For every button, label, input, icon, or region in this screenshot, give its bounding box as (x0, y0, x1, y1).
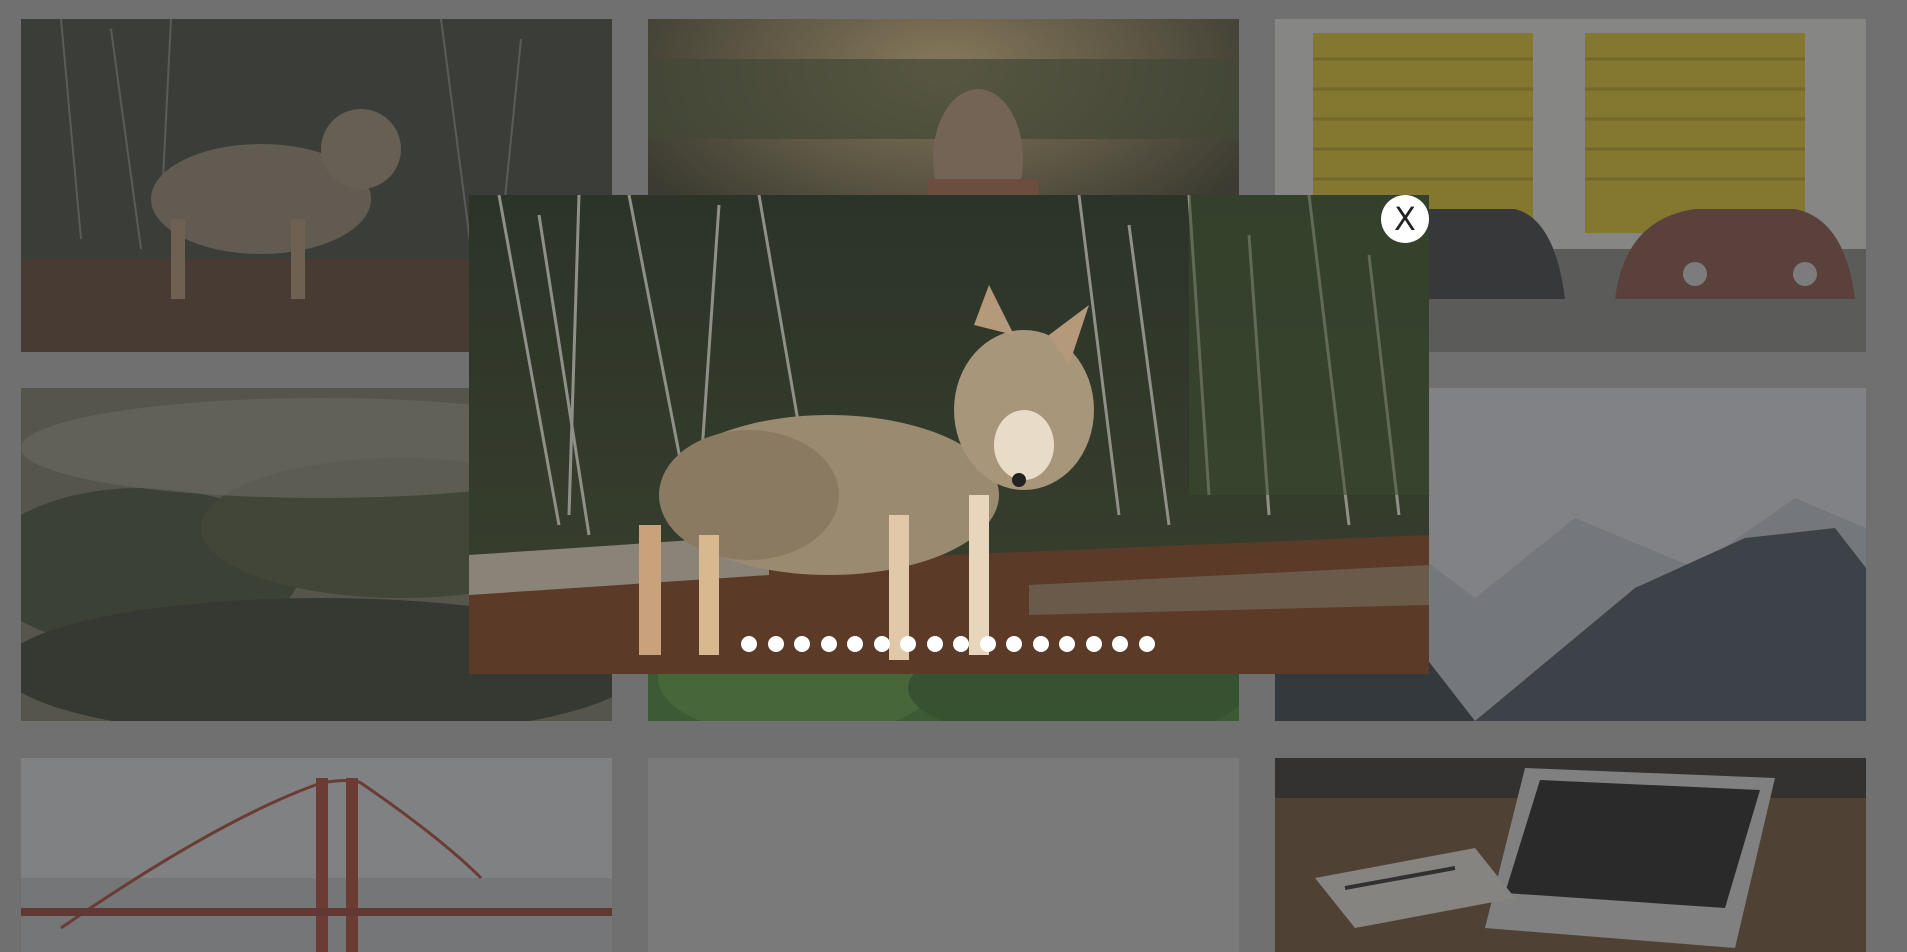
close-button[interactable]: X (1381, 195, 1429, 243)
slide-dot-7[interactable] (900, 636, 916, 652)
slide-dot-6[interactable] (873, 636, 890, 652)
slide-dot-9[interactable] (953, 636, 969, 652)
slide-dot-14[interactable] (1085, 636, 1102, 652)
slide-dot-4[interactable] (820, 636, 837, 652)
slide-dot-3[interactable] (794, 636, 810, 652)
slide-dot-8[interactable] (926, 636, 943, 652)
slide-dot-13[interactable] (1059, 636, 1075, 652)
slide-dot-12[interactable] (1032, 636, 1049, 652)
slide-dot-15[interactable] (1112, 636, 1128, 652)
slide-dot-10[interactable] (979, 636, 996, 652)
slide-indicator-dots (741, 636, 1155, 654)
slide-dot-2[interactable] (767, 636, 784, 652)
lightbox-modal (469, 195, 1429, 674)
slide-dot-11[interactable] (1006, 636, 1022, 652)
slide-dot-16[interactable] (1138, 636, 1155, 652)
slide-dot-5[interactable] (847, 636, 863, 652)
lightbox-coyote-image (469, 195, 1429, 674)
slide-dot-1[interactable] (741, 636, 757, 652)
